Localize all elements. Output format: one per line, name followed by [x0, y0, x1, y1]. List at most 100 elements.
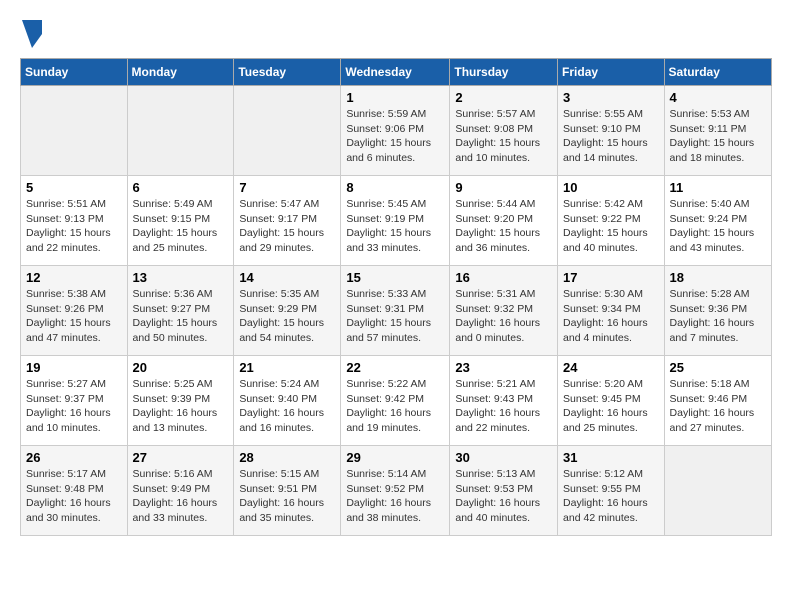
calendar-cell: 28Sunrise: 5:15 AM Sunset: 9:51 PM Dayli…	[234, 446, 341, 536]
day-number: 11	[670, 180, 766, 195]
calendar-cell: 13 Sunrise: 5:36 AM Sunset: 9:27 PM Dayli…	[127, 266, 234, 356]
calendar-cell: 7 Sunrise: 5:47 AM Sunset: 9:17 PM Daylig…	[234, 176, 341, 266]
day-info: Sunrise: 5:36 AM Sunset: 9:27 PM Dayligh…	[133, 287, 229, 346]
calendar-cell: 1Sunrise: 5:59 AM Sunset: 9:06 PM Daylig…	[341, 86, 450, 176]
day-info: Sunrise: 5:55 AM Sunset: 9:10 PM Dayligh…	[563, 107, 659, 166]
day-info: Sunrise: 5:44 AM Sunset: 9:20 PM Dayligh…	[455, 197, 552, 256]
day-number: 25	[670, 360, 766, 375]
day-info: Sunrise: 5:40 AM Sunset: 9:24 PM Dayligh…	[670, 197, 766, 256]
day-number: 24	[563, 360, 659, 375]
day-info: Sunrise: 5:21 AM Sunset: 9:43 PM Dayligh…	[455, 377, 552, 436]
calendar-cell: 16 Sunrise: 5:31 AM Sunset: 9:32 PM Dayli…	[450, 266, 558, 356]
day-number: 22	[346, 360, 444, 375]
calendar-cell: 10 Sunrise: 5:42 AM Sunset: 9:22 PM Dayli…	[558, 176, 665, 266]
weekday-header: Thursday	[450, 59, 558, 86]
calendar-week-row: 1Sunrise: 5:59 AM Sunset: 9:06 PM Daylig…	[21, 86, 772, 176]
calendar-cell: 14Sunrise: 5:35 AM Sunset: 9:29 PM Dayli…	[234, 266, 341, 356]
day-number: 5	[26, 180, 122, 195]
day-number: 2	[455, 90, 552, 105]
day-info: Sunrise: 5:30 AM Sunset: 9:34 PM Dayligh…	[563, 287, 659, 346]
day-number: 3	[563, 90, 659, 105]
calendar-cell: 27 Sunrise: 5:16 AM Sunset: 9:49 PM Dayli…	[127, 446, 234, 536]
calendar-cell: 29 Sunrise: 5:14 AM Sunset: 9:52 PM Dayli…	[341, 446, 450, 536]
day-info: Sunrise: 5:57 AM Sunset: 9:08 PM Dayligh…	[455, 107, 552, 166]
day-number: 19	[26, 360, 122, 375]
day-info: Sunrise: 5:59 AM Sunset: 9:06 PM Dayligh…	[346, 107, 444, 166]
logo	[20, 20, 47, 48]
calendar-week-row: 5 Sunrise: 5:51 AM Sunset: 9:13 PM Daylig…	[21, 176, 772, 266]
day-number: 16	[455, 270, 552, 285]
calendar-cell: 24Sunrise: 5:20 AM Sunset: 9:45 PM Dayli…	[558, 356, 665, 446]
calendar-week-row: 19 Sunrise: 5:27 AM Sunset: 9:37 PM Dayli…	[21, 356, 772, 446]
day-number: 4	[670, 90, 766, 105]
day-info: Sunrise: 5:14 AM Sunset: 9:52 PM Dayligh…	[346, 467, 444, 526]
calendar-cell: 5 Sunrise: 5:51 AM Sunset: 9:13 PM Daylig…	[21, 176, 128, 266]
day-info: Sunrise: 5:12 AM Sunset: 9:55 PM Dayligh…	[563, 467, 659, 526]
calendar-cell: 11 Sunrise: 5:40 AM Sunset: 9:24 PM Dayli…	[664, 176, 771, 266]
day-info: Sunrise: 5:16 AM Sunset: 9:49 PM Dayligh…	[133, 467, 229, 526]
day-info: Sunrise: 5:18 AM Sunset: 9:46 PM Dayligh…	[670, 377, 766, 436]
day-info: Sunrise: 5:31 AM Sunset: 9:32 PM Dayligh…	[455, 287, 552, 346]
day-info: Sunrise: 5:22 AM Sunset: 9:42 PM Dayligh…	[346, 377, 444, 436]
calendar-cell: 15 Sunrise: 5:33 AM Sunset: 9:31 PM Dayli…	[341, 266, 450, 356]
day-number: 29	[346, 450, 444, 465]
calendar-cell: 26 Sunrise: 5:17 AM Sunset: 9:48 PM Dayli…	[21, 446, 128, 536]
calendar-week-row: 12 Sunrise: 5:38 AM Sunset: 9:26 PM Dayli…	[21, 266, 772, 356]
calendar-cell: 4 Sunrise: 5:53 AM Sunset: 9:11 PM Daylig…	[664, 86, 771, 176]
day-info: Sunrise: 5:51 AM Sunset: 9:13 PM Dayligh…	[26, 197, 122, 256]
day-info: Sunrise: 5:27 AM Sunset: 9:37 PM Dayligh…	[26, 377, 122, 436]
day-number: 7	[239, 180, 335, 195]
logo-icon	[22, 20, 42, 48]
day-number: 8	[346, 180, 444, 195]
day-number: 30	[455, 450, 552, 465]
day-number: 10	[563, 180, 659, 195]
calendar-cell: 9 Sunrise: 5:44 AM Sunset: 9:20 PM Daylig…	[450, 176, 558, 266]
calendar-cell: 23 Sunrise: 5:21 AM Sunset: 9:43 PM Dayli…	[450, 356, 558, 446]
day-number: 15	[346, 270, 444, 285]
calendar-cell: 2 Sunrise: 5:57 AM Sunset: 9:08 PM Daylig…	[450, 86, 558, 176]
day-number: 21	[239, 360, 335, 375]
day-info: Sunrise: 5:13 AM Sunset: 9:53 PM Dayligh…	[455, 467, 552, 526]
day-number: 18	[670, 270, 766, 285]
calendar-cell: 3 Sunrise: 5:55 AM Sunset: 9:10 PM Daylig…	[558, 86, 665, 176]
day-info: Sunrise: 5:47 AM Sunset: 9:17 PM Dayligh…	[239, 197, 335, 256]
day-number: 6	[133, 180, 229, 195]
weekday-header: Wednesday	[341, 59, 450, 86]
weekday-header: Saturday	[664, 59, 771, 86]
calendar-table: SundayMondayTuesdayWednesdayThursdayFrid…	[20, 58, 772, 536]
day-number: 17	[563, 270, 659, 285]
weekday-header: Monday	[127, 59, 234, 86]
day-number: 23	[455, 360, 552, 375]
day-info: Sunrise: 5:45 AM Sunset: 9:19 PM Dayligh…	[346, 197, 444, 256]
day-info: Sunrise: 5:33 AM Sunset: 9:31 PM Dayligh…	[346, 287, 444, 346]
calendar-cell: 8 Sunrise: 5:45 AM Sunset: 9:19 PM Daylig…	[341, 176, 450, 266]
calendar-cell: 30 Sunrise: 5:13 AM Sunset: 9:53 PM Dayli…	[450, 446, 558, 536]
day-info: Sunrise: 5:17 AM Sunset: 9:48 PM Dayligh…	[26, 467, 122, 526]
day-number: 27	[133, 450, 229, 465]
day-info: Sunrise: 5:53 AM Sunset: 9:11 PM Dayligh…	[670, 107, 766, 166]
day-number: 13	[133, 270, 229, 285]
calendar-cell	[234, 86, 341, 176]
calendar-cell	[127, 86, 234, 176]
day-number: 9	[455, 180, 552, 195]
calendar-cell: 31Sunrise: 5:12 AM Sunset: 9:55 PM Dayli…	[558, 446, 665, 536]
calendar-cell: 6 Sunrise: 5:49 AM Sunset: 9:15 PM Daylig…	[127, 176, 234, 266]
day-info: Sunrise: 5:38 AM Sunset: 9:26 PM Dayligh…	[26, 287, 122, 346]
calendar-cell: 17 Sunrise: 5:30 AM Sunset: 9:34 PM Dayli…	[558, 266, 665, 356]
day-info: Sunrise: 5:24 AM Sunset: 9:40 PM Dayligh…	[239, 377, 335, 436]
day-info: Sunrise: 5:35 AM Sunset: 9:29 PM Dayligh…	[239, 287, 335, 346]
day-number: 28	[239, 450, 335, 465]
calendar-cell: 12 Sunrise: 5:38 AM Sunset: 9:26 PM Dayli…	[21, 266, 128, 356]
calendar-cell: 21 Sunrise: 5:24 AM Sunset: 9:40 PM Dayli…	[234, 356, 341, 446]
weekday-header: Tuesday	[234, 59, 341, 86]
day-info: Sunrise: 5:42 AM Sunset: 9:22 PM Dayligh…	[563, 197, 659, 256]
day-number: 26	[26, 450, 122, 465]
day-info: Sunrise: 5:28 AM Sunset: 9:36 PM Dayligh…	[670, 287, 766, 346]
page-header	[20, 20, 772, 48]
calendar-cell: 18 Sunrise: 5:28 AM Sunset: 9:36 PM Dayli…	[664, 266, 771, 356]
calendar-week-row: 26 Sunrise: 5:17 AM Sunset: 9:48 PM Dayli…	[21, 446, 772, 536]
calendar-cell: 25 Sunrise: 5:18 AM Sunset: 9:46 PM Dayli…	[664, 356, 771, 446]
calendar-cell: 20Sunrise: 5:25 AM Sunset: 9:39 PM Dayli…	[127, 356, 234, 446]
day-number: 12	[26, 270, 122, 285]
day-info: Sunrise: 5:49 AM Sunset: 9:15 PM Dayligh…	[133, 197, 229, 256]
